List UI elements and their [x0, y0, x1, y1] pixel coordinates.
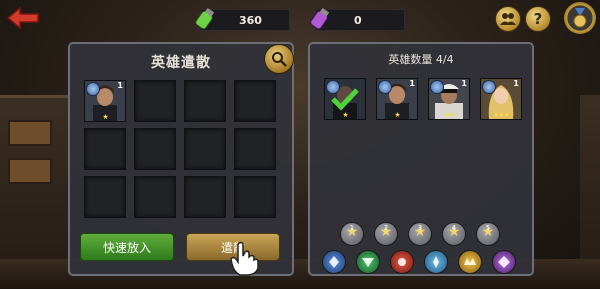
- hero-card[interactable]: 1 ★★: [428, 78, 470, 120]
- hero-card[interactable]: 1 ★★★: [480, 78, 522, 120]
- empty-hero-slot[interactable]: [234, 176, 276, 218]
- star-filter-number: 5: [485, 224, 491, 232]
- hero-card[interactable]: 1 ★: [376, 78, 418, 120]
- empty-hero-slot[interactable]: [134, 128, 176, 170]
- empty-hero-slot[interactable]: [184, 80, 226, 122]
- hero-level: 1: [117, 81, 123, 90]
- background-train-right: [580, 95, 600, 285]
- hero-level: 1: [461, 79, 467, 88]
- empty-hero-slot[interactable]: [184, 128, 226, 170]
- hero-level: 1: [513, 79, 519, 88]
- empty-hero-slot[interactable]: [84, 128, 126, 170]
- hero-level: 1: [409, 79, 415, 88]
- friends-button[interactable]: [495, 6, 521, 32]
- class-filter-sky[interactable]: [424, 250, 448, 274]
- star-filter-2[interactable]: ★ 2: [374, 222, 398, 246]
- blue-class-icon: [329, 256, 339, 268]
- star-filter-5[interactable]: ★ 5: [476, 222, 500, 246]
- empty-hero-slot[interactable]: [234, 80, 276, 122]
- class-filter-purple[interactable]: [492, 250, 516, 274]
- class-filter-red[interactable]: [390, 250, 414, 274]
- sky-class-icon: [433, 256, 439, 268]
- empty-hero-slot[interactable]: [184, 176, 226, 218]
- class-badge-icon: [430, 80, 444, 94]
- hero-stars: ★★: [443, 111, 456, 119]
- red-class-icon: [398, 258, 406, 266]
- star-filter-1[interactable]: ★ 1: [340, 222, 364, 246]
- help-button[interactable]: ?: [525, 6, 551, 32]
- hero-count-title: 英雄数量 4/4: [388, 53, 454, 66]
- friends-icon: [500, 13, 516, 25]
- star-filter-3[interactable]: ★ 3: [408, 222, 432, 246]
- class-filter-gold[interactable]: [458, 250, 482, 274]
- empty-hero-slot[interactable]: [84, 176, 126, 218]
- pointing-hand-icon: [230, 241, 259, 276]
- hero-stars: ★: [394, 111, 400, 119]
- purple-vial-icon: [310, 7, 330, 30]
- green-resource-counter: 360: [195, 7, 290, 31]
- star-filter-number: 3: [417, 224, 423, 232]
- class-badge-icon: [378, 80, 392, 94]
- hero-slot-filled[interactable]: 1 ★: [84, 80, 126, 122]
- star-filter-4[interactable]: ★ 4: [442, 222, 466, 246]
- gold-class-icon: [464, 258, 476, 265]
- train-window: [8, 158, 52, 184]
- medal-icon: [573, 8, 587, 28]
- quick-add-button[interactable]: 快速放入: [80, 233, 174, 261]
- hero-card-selected[interactable]: ★: [324, 78, 366, 120]
- class-badge-icon: [86, 82, 100, 96]
- green-vial-icon: [195, 7, 215, 30]
- panel-title: 英雄遣散: [151, 55, 211, 71]
- star-filter-number: 2: [383, 224, 389, 232]
- purple-resource-value: 0: [354, 13, 362, 27]
- empty-hero-slot[interactable]: [234, 128, 276, 170]
- star-filter-number: 4: [451, 224, 457, 232]
- search-button[interactable]: [264, 44, 294, 74]
- search-icon: [272, 52, 287, 67]
- purple-resource-counter: 0: [310, 7, 405, 31]
- class-filter-blue[interactable]: [322, 250, 346, 274]
- class-badge-icon: [482, 80, 496, 94]
- green-class-icon: [362, 258, 374, 267]
- green-resource-value: 360: [239, 13, 262, 27]
- empty-hero-slot[interactable]: [134, 176, 176, 218]
- train-window: [8, 120, 52, 146]
- class-filter-green[interactable]: [356, 250, 380, 274]
- class-badge-icon: [326, 80, 340, 94]
- help-icon: ?: [533, 10, 543, 28]
- empty-hero-slot[interactable]: [134, 80, 176, 122]
- purple-class-icon: [498, 256, 510, 268]
- hero-stars: ★: [342, 111, 348, 119]
- medal-button[interactable]: [564, 2, 596, 34]
- back-arrow-icon[interactable]: [6, 5, 40, 31]
- star-filter-number: 1: [349, 224, 355, 232]
- hero-stars: ★: [102, 113, 108, 121]
- hero-stars: ★★★: [493, 111, 510, 119]
